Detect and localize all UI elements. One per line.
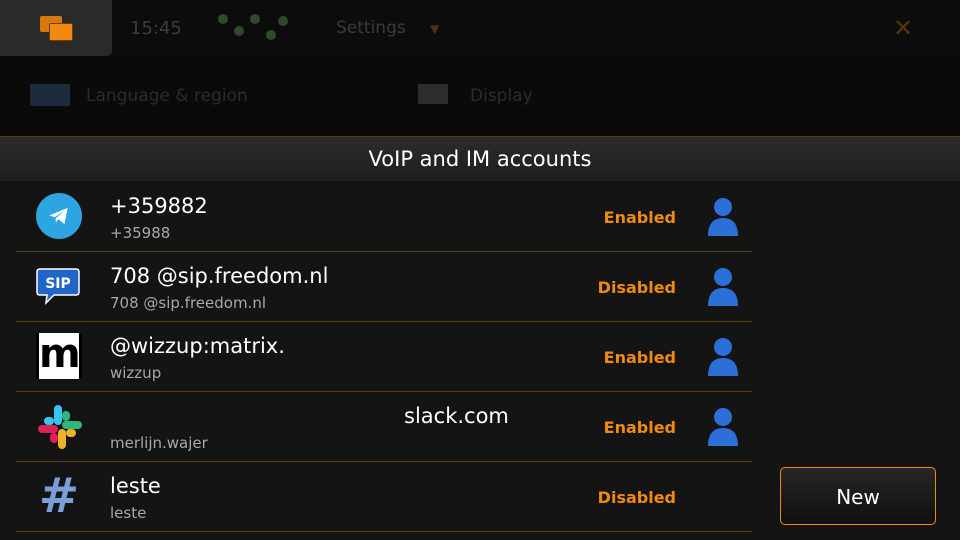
account-status: Disabled	[597, 278, 676, 297]
status-title: Settings	[336, 18, 406, 38]
status-bar: 15:45 Settings ▼ ✕	[0, 0, 960, 56]
account-row[interactable]: m @wizzup:matrix. wizzup Enabled	[16, 322, 752, 392]
account-name: leste	[110, 474, 161, 498]
account-id: merlijn.wajer	[110, 434, 208, 452]
account-name: slack.com	[404, 404, 509, 428]
account-status: Enabled	[603, 418, 676, 437]
account-row[interactable]: # leste leste Disabled	[16, 462, 752, 532]
matrix-icon: m	[36, 333, 82, 379]
slack-icon	[38, 405, 82, 449]
svg-text:SIP: SIP	[45, 276, 71, 292]
chevron-down-icon: ▼	[430, 22, 440, 36]
account-id: leste	[110, 504, 147, 522]
display-icon	[418, 84, 448, 104]
account-row[interactable]: +359882 +35988 Enabled	[16, 182, 752, 252]
language-icon	[30, 84, 70, 106]
settings-item-language: Language & region	[86, 86, 248, 106]
account-name: 708 @sip.freedom.nl	[110, 264, 329, 288]
slack-icon-wrap	[36, 403, 84, 451]
account-row[interactable]: SIP 708 @sip.freedom.nl 708 @sip.freedom…	[16, 252, 752, 322]
sip-icon: SIP	[36, 268, 80, 306]
dialog-title: VoIP and IM accounts	[0, 137, 960, 181]
task-switcher-icon-front	[49, 23, 73, 41]
account-status: Enabled	[603, 208, 676, 227]
irc-hash-icon: #	[38, 468, 80, 524]
account-id: +35988	[110, 224, 171, 242]
task-switcher-button[interactable]	[0, 0, 112, 56]
matrix-icon-wrap: m	[36, 333, 84, 381]
settings-item-display: Display	[470, 86, 533, 106]
contact-icon[interactable]	[706, 196, 740, 238]
account-status: Enabled	[603, 348, 676, 367]
contact-icon[interactable]	[706, 406, 740, 448]
account-id: wizzup	[110, 364, 162, 382]
telegram-icon-wrap	[36, 193, 84, 241]
status-indicators-icon	[212, 10, 292, 46]
accounts-list: +359882 +35988 Enabled SIP 708 @sip.free…	[16, 182, 752, 532]
irc-icon-wrap: #	[36, 468, 84, 524]
contact-icon[interactable]	[706, 336, 740, 378]
account-id: 708 @sip.freedom.nl	[110, 294, 266, 312]
sip-icon-wrap: SIP	[36, 263, 84, 311]
status-time: 15:45	[130, 18, 182, 39]
account-name: +359882	[110, 194, 208, 218]
account-row[interactable]: slack.com merlijn.wajer Enabled	[16, 392, 752, 462]
telegram-icon	[36, 193, 82, 239]
account-status: Disabled	[597, 488, 676, 507]
settings-background-row: Language & region Display	[0, 56, 960, 137]
new-account-button[interactable]: New	[780, 467, 936, 525]
contact-icon[interactable]	[706, 266, 740, 308]
close-icon: ✕	[893, 14, 914, 42]
account-name: @wizzup:matrix.	[110, 334, 285, 358]
